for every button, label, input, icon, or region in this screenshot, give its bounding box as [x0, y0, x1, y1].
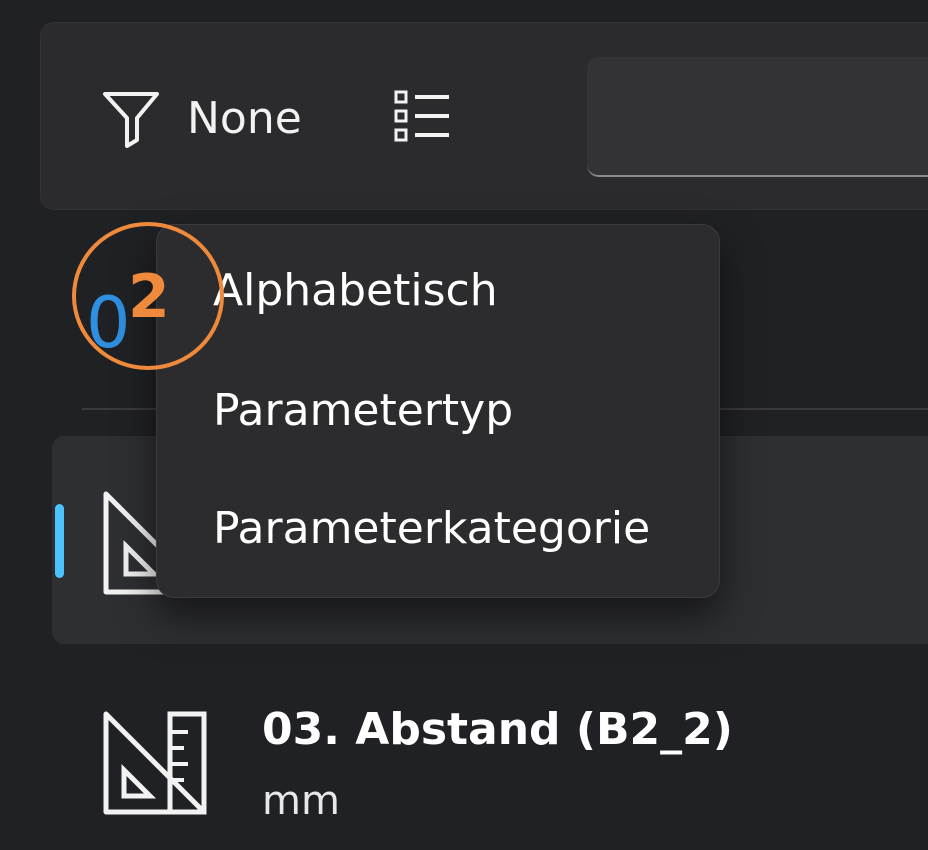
- filter-label: None: [187, 92, 302, 144]
- app-window: None 0 03. Abstand (B2_2) mm Alphabetisc…: [0, 0, 928, 850]
- list-item-title: 03. Abstand (B2_2): [262, 704, 733, 755]
- menu-item-parametertyp[interactable]: Parametertyp: [213, 385, 513, 436]
- list-item-unit: mm: [262, 778, 340, 824]
- triangle-ruler-icon: [100, 708, 212, 824]
- filter-button[interactable]: None: [101, 83, 302, 153]
- list-sort-icon: [393, 90, 453, 149]
- toolbar: None: [40, 22, 928, 210]
- sort-button[interactable]: [393, 89, 453, 145]
- annotation-number: 2: [128, 262, 170, 332]
- search-input[interactable]: [587, 57, 928, 177]
- menu-item-parameterkategorie[interactable]: Parameterkategorie: [213, 503, 650, 554]
- menu-item-alphabetisch[interactable]: Alphabetisch: [213, 265, 498, 316]
- sort-menu: Alphabetisch Parametertyp Parameterkateg…: [156, 224, 720, 598]
- selection-indicator: [55, 504, 64, 578]
- filter-icon: [101, 88, 161, 148]
